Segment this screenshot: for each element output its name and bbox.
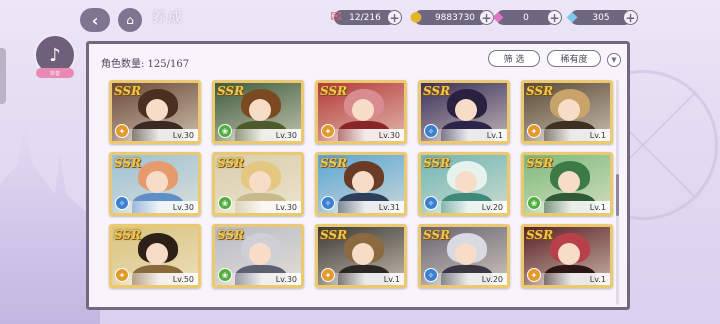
- add-stamina-button[interactable]: +: [387, 10, 402, 25]
- rarity-badge: SSR: [217, 228, 245, 242]
- attribute-blue-icon: ✧: [424, 268, 438, 282]
- character-card[interactable]: SSR ✧ Lv.20: [418, 224, 510, 288]
- pink-gem-counter: ◆ 0 +: [493, 9, 562, 25]
- character-card[interactable]: SSR ❀ Lv.30: [212, 224, 304, 288]
- pink-gem-icon: ◆: [492, 9, 504, 25]
- attribute-orange-icon: ✦: [115, 268, 129, 282]
- rarity-badge: SSR: [114, 156, 142, 170]
- rarity-badge: SSR: [526, 228, 554, 242]
- character-card[interactable]: SSR ✦ Lv.30: [109, 80, 201, 144]
- attribute-blue-icon: ✧: [321, 196, 335, 210]
- level-label: Lv.1: [383, 275, 400, 284]
- rarity-badge: SSR: [526, 84, 554, 98]
- rarity-badge: SSR: [217, 84, 245, 98]
- rarity-badge: SSR: [423, 228, 451, 242]
- level-label: Lv.1: [589, 131, 606, 140]
- add-pink-gem-button[interactable]: +: [547, 10, 562, 25]
- level-label: Lv.1: [486, 131, 503, 140]
- attribute-orange-icon: ✦: [115, 124, 129, 138]
- attribute-orange-icon: ✦: [527, 268, 541, 282]
- rarity-badge: SSR: [114, 228, 142, 242]
- character-card[interactable]: SSR ❀ Lv.30: [212, 152, 304, 216]
- character-card[interactable]: SSR ✦ Lv.50: [109, 224, 201, 288]
- character-card[interactable]: SSR ✧ Lv.30: [109, 152, 201, 216]
- character-card[interactable]: SSR ✧ Lv.20: [418, 152, 510, 216]
- panel-header: 角色数量: 125/167 筛 选 稀有度 ▼: [89, 44, 627, 78]
- character-card[interactable]: SSR ✦ Lv.1: [521, 224, 613, 288]
- add-diamond-button[interactable]: +: [623, 10, 638, 25]
- character-card[interactable]: SSR ✦ Lv.1: [315, 224, 407, 288]
- rarity-badge: SSR: [320, 228, 348, 242]
- rarity-badge: SSR: [423, 84, 451, 98]
- scroll-thumb[interactable]: [616, 174, 619, 216]
- music-note-icon: ♪: [49, 44, 61, 66]
- attribute-blue-icon: ✧: [424, 124, 438, 138]
- character-card[interactable]: SSR ✦ Lv.1: [521, 80, 613, 144]
- stamina-value: 12/216: [349, 12, 381, 23]
- level-label: Lv.31: [378, 203, 400, 212]
- rarity-badge: SSR: [423, 156, 451, 170]
- rarity-badge: SSR: [320, 84, 348, 98]
- back-button[interactable]: ‹: [80, 8, 110, 32]
- gold-counter: ● 9883730 +: [410, 9, 494, 25]
- diamond-counter: ◆ 305 +: [567, 9, 638, 25]
- attribute-blue-icon: ✧: [115, 196, 129, 210]
- stamina-ticket-icon: ✉: [330, 9, 342, 25]
- gold-value: 9883730: [434, 12, 476, 23]
- chevron-left-icon: ‹: [91, 10, 99, 30]
- sort-toggle-icon[interactable]: ▼: [607, 53, 621, 67]
- character-card[interactable]: SSR ✧ Lv.31: [315, 152, 407, 216]
- app-tag-label: 抖音: [36, 68, 74, 78]
- home-button[interactable]: ⌂: [118, 8, 142, 32]
- level-label: Lv.20: [481, 275, 503, 284]
- level-label: Lv.30: [172, 203, 194, 212]
- rarity-badge: SSR: [114, 84, 142, 98]
- side-drawer-handle[interactable]: [0, 48, 6, 104]
- stamina-counter: ✉ 12/216 +: [330, 9, 402, 25]
- attribute-blue-icon: ✧: [424, 196, 438, 210]
- attribute-green-icon: ❀: [218, 196, 232, 210]
- character-list-panel: 角色数量: 125/167 筛 选 稀有度 ▼ SSR ✦ Lv.30 SSR ❀ Lv.…: [86, 41, 630, 310]
- rarity-badge: SSR: [526, 156, 554, 170]
- character-count: 角色数量: 125/167: [101, 59, 190, 70]
- character-card[interactable]: SSR ✦ Lv.30: [315, 80, 407, 144]
- attribute-orange-icon: ✦: [527, 124, 541, 138]
- diamond-value: 305: [592, 12, 610, 23]
- level-label: Lv.30: [275, 275, 297, 284]
- level-label: Lv.30: [275, 131, 297, 140]
- character-card[interactable]: SSR ✧ Lv.1: [418, 80, 510, 144]
- page-title: 养成: [152, 10, 184, 26]
- level-label: Lv.20: [481, 203, 503, 212]
- background-castle: [0, 124, 100, 324]
- home-icon: ⌂: [126, 13, 134, 27]
- character-card[interactable]: SSR ❀ Lv.1: [521, 152, 613, 216]
- level-label: Lv.1: [589, 275, 606, 284]
- gold-coin-icon: ●: [409, 9, 423, 25]
- attribute-orange-icon: ✦: [321, 268, 335, 282]
- attribute-green-icon: ❀: [527, 196, 541, 210]
- rarity-sort-button[interactable]: 稀有度: [547, 50, 601, 67]
- rarity-badge: SSR: [217, 156, 245, 170]
- attribute-orange-icon: ✦: [321, 124, 335, 138]
- level-label: Lv.30: [172, 131, 194, 140]
- pink-gem-value: 0: [523, 12, 529, 23]
- filter-button[interactable]: 筛 选: [488, 50, 540, 67]
- level-label: Lv.50: [172, 275, 194, 284]
- level-label: Lv.30: [275, 203, 297, 212]
- blue-diamond-icon: ◆: [566, 9, 578, 25]
- attribute-green-icon: ❀: [218, 268, 232, 282]
- level-label: Lv.30: [378, 131, 400, 140]
- attribute-green-icon: ❀: [218, 124, 232, 138]
- level-label: Lv.1: [589, 203, 606, 212]
- rarity-badge: SSR: [320, 156, 348, 170]
- scrollbar[interactable]: [616, 80, 619, 305]
- character-card[interactable]: SSR ❀ Lv.30: [212, 80, 304, 144]
